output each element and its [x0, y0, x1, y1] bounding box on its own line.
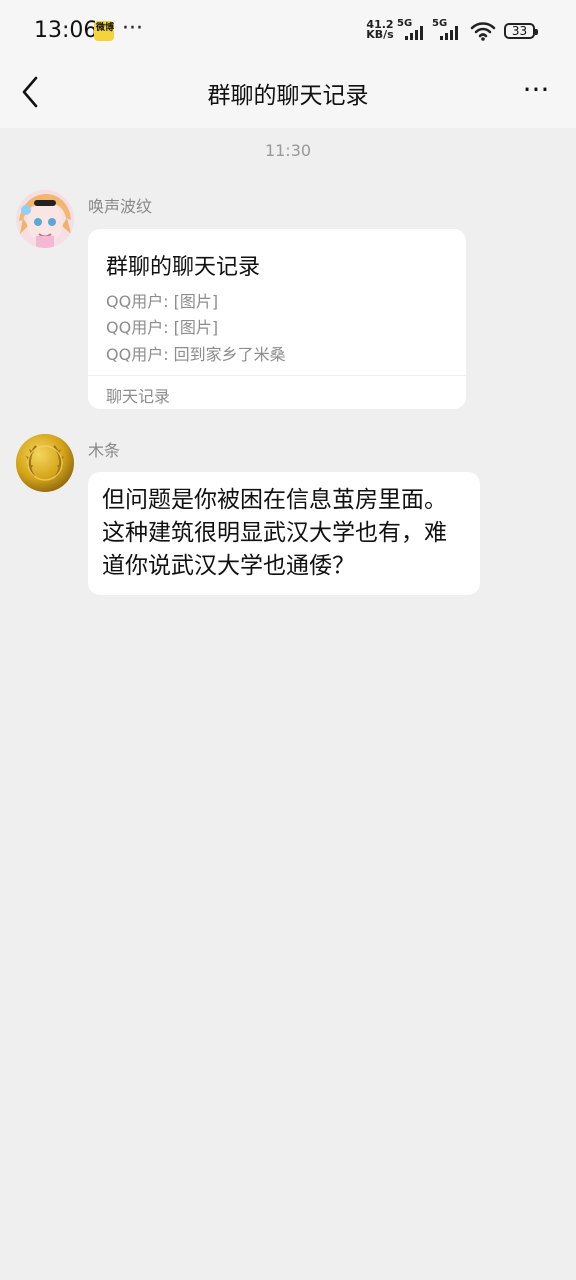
sender-name: 唤声波纹	[88, 197, 153, 216]
battery-level: 33	[511, 24, 528, 38]
status-time: 13:06	[34, 18, 98, 43]
status-bar: 13:06 微博 ··· 41.2 KB/s 5G 5G 33	[0, 0, 576, 62]
signal-icon-2	[440, 24, 460, 40]
forwarded-chat-card[interactable]: 群聊的聊天记录 QQ用户: [图片] QQ用户: [图片] QQ用户: 回到家乡…	[88, 229, 466, 409]
network-speed-unit: KB/s	[366, 28, 394, 41]
page-title: 群聊的聊天记录	[207, 83, 369, 109]
app-badge-icon: 微博	[94, 21, 114, 41]
forwarded-preview-line: QQ用户: 回到家乡了米桑	[106, 345, 286, 364]
navigation-bar: 群聊的聊天记录 ···	[0, 62, 576, 128]
app-badge-label: 微博	[96, 23, 115, 33]
message-bubble[interactable]: 但问题是你被困在信息茧房里面。这种建筑很明显武汉大学也有，难道你说武汉大学也通倭…	[88, 472, 480, 595]
avatar[interactable]	[16, 190, 74, 248]
wifi-icon	[470, 22, 496, 41]
forwarded-card-footer: 聊天记录	[106, 387, 171, 406]
signal-icon-1	[405, 24, 425, 40]
forwarded-preview-line: QQ用户: [图片]	[106, 318, 219, 337]
forwarded-card-title: 群聊的聊天记录	[106, 255, 261, 280]
battery-icon: 33	[504, 23, 538, 39]
forwarded-preview-line: QQ用户: [图片]	[106, 292, 219, 311]
avatar[interactable]	[16, 434, 74, 492]
card-divider	[88, 375, 466, 376]
chat-timestamp: 11:30	[264, 141, 312, 160]
sender-name: 木条	[88, 441, 121, 460]
more-options-button[interactable]: ···	[520, 76, 552, 104]
status-overflow-indicator: ···	[122, 16, 143, 41]
network-speed: 41.2 KB/s	[365, 19, 395, 41]
